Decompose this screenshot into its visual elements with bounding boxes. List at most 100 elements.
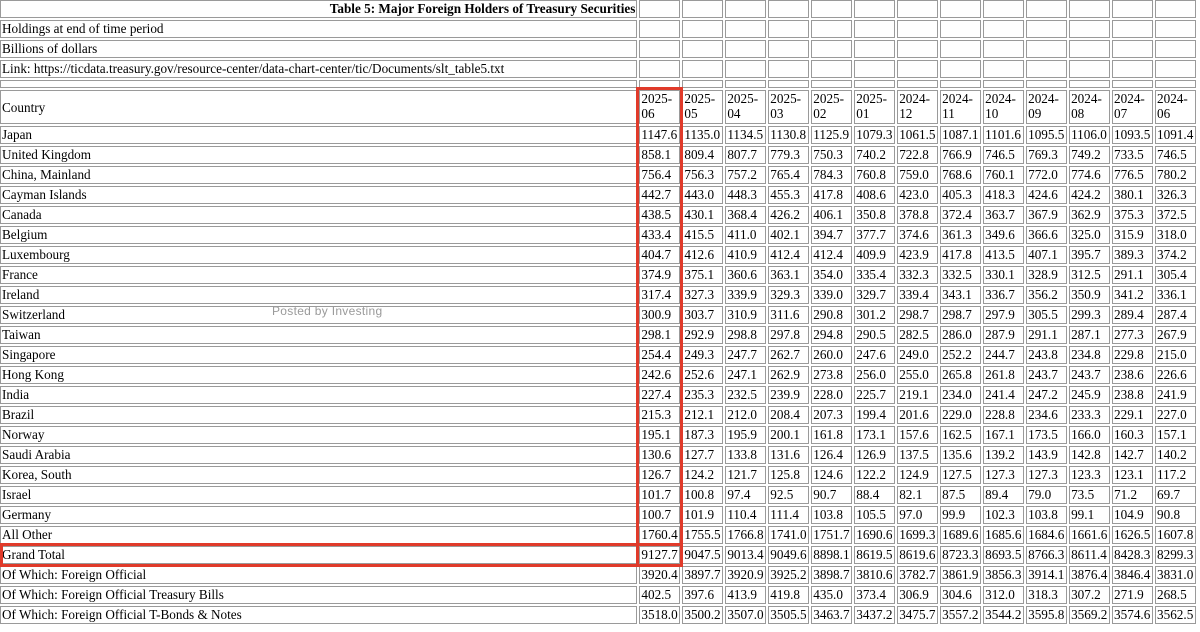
value-cell: 241.4 bbox=[983, 386, 1025, 404]
value-cell: 336.7 bbox=[983, 286, 1025, 304]
note-row: Billions of dollars bbox=[0, 40, 1196, 58]
value-cell: 769.3 bbox=[1026, 146, 1068, 164]
empty-cell bbox=[811, 80, 853, 88]
value-cell: 99.9 bbox=[940, 506, 982, 524]
value-cell: 3569.2 bbox=[1069, 606, 1111, 624]
value-cell: 1106.0 bbox=[1069, 126, 1111, 144]
value-cell: 242.6 bbox=[639, 366, 681, 384]
value-cell: 1690.6 bbox=[854, 526, 896, 544]
value-cell: 1135.0 bbox=[682, 126, 724, 144]
period-header-2024-10: 2024-10 bbox=[983, 90, 1025, 124]
value-cell: 260.0 bbox=[811, 346, 853, 364]
country-name: Norway bbox=[0, 426, 638, 444]
header-row: Country 2025-06 2025-05 2025-04 2025-03 2025-… bbox=[0, 90, 1196, 124]
empty-cell bbox=[768, 40, 810, 58]
value-cell: 229.8 bbox=[1112, 346, 1154, 364]
table-row: Saudi Arabia 130.6 127.7 133.8 131.6 126.4 126… bbox=[0, 446, 1196, 464]
table-row: Taiwan 298.1 292.9 298.8 297.8 294.8 290.5 282.… bbox=[0, 326, 1196, 344]
value-cell: 8428.3 bbox=[1112, 546, 1154, 564]
value-cell: 207.3 bbox=[811, 406, 853, 424]
value-cell: 438.5 bbox=[639, 206, 681, 224]
value-cell: 143.9 bbox=[1026, 446, 1068, 464]
value-cell: 1091.4 bbox=[1155, 126, 1196, 144]
value-cell: 234.8 bbox=[1069, 346, 1111, 364]
value-cell: 287.4 bbox=[1155, 306, 1196, 324]
value-cell: 273.8 bbox=[811, 366, 853, 384]
value-cell: 142.8 bbox=[1069, 446, 1111, 464]
value-cell: 291.1 bbox=[1026, 326, 1068, 344]
country-name: China, Mainland bbox=[0, 166, 638, 184]
value-cell: 173.1 bbox=[854, 426, 896, 444]
empty-cell bbox=[1155, 0, 1196, 18]
value-cell: 126.9 bbox=[854, 446, 896, 464]
value-cell: 298.7 bbox=[940, 306, 982, 324]
value-cell: 3518.0 bbox=[639, 606, 681, 624]
value-cell: 243.8 bbox=[1026, 346, 1068, 364]
table-row: Germany 100.7 101.9 110.4 111.4 103.8 105.5 97.… bbox=[0, 506, 1196, 524]
value-cell: 305.5 bbox=[1026, 306, 1068, 324]
empty-cell bbox=[897, 40, 939, 58]
value-cell: 299.3 bbox=[1069, 306, 1111, 324]
value-cell: 733.5 bbox=[1112, 146, 1154, 164]
value-cell: 3475.7 bbox=[897, 606, 939, 624]
value-cell: 3463.7 bbox=[811, 606, 853, 624]
value-cell: 268.5 bbox=[1155, 586, 1196, 604]
value-cell: 298.8 bbox=[725, 326, 767, 344]
value-cell: 126.7 bbox=[639, 466, 681, 484]
table-row: Of Which: Foreign Official 3920.4 3897.7 39… bbox=[0, 566, 1196, 584]
table-row: Belgium 433.4 415.5 411.0 402.1 394.7 377.7 374… bbox=[0, 226, 1196, 244]
value-cell: 768.6 bbox=[940, 166, 982, 184]
value-cell: 229.1 bbox=[1112, 406, 1154, 424]
value-cell: 354.0 bbox=[811, 266, 853, 284]
table-row: India 227.4 235.3 232.5 239.9 228.0 225.7 219.1… bbox=[0, 386, 1196, 404]
country-name: All Other bbox=[0, 526, 638, 544]
value-cell: 858.1 bbox=[639, 146, 681, 164]
value-cell: 127.5 bbox=[940, 466, 982, 484]
empty-cell bbox=[639, 0, 681, 18]
value-cell: 122.2 bbox=[854, 466, 896, 484]
value-cell: 227.4 bbox=[639, 386, 681, 404]
value-cell: 3861.9 bbox=[940, 566, 982, 584]
title-row: Table 5: Major Foreign Holders of Treasu… bbox=[0, 0, 1196, 18]
value-cell: 750.3 bbox=[811, 146, 853, 164]
value-cell: 1087.1 bbox=[940, 126, 982, 144]
value-cell: 784.3 bbox=[811, 166, 853, 184]
value-cell: 1130.8 bbox=[768, 126, 810, 144]
empty-cell bbox=[682, 0, 724, 18]
value-cell: 411.0 bbox=[725, 226, 767, 244]
value-cell: 133.8 bbox=[725, 446, 767, 464]
value-cell: 377.7 bbox=[854, 226, 896, 244]
value-cell: 130.6 bbox=[639, 446, 681, 464]
value-cell: 418.3 bbox=[983, 186, 1025, 204]
table-row: United Kingdom 858.1 809.4 807.7 779.3 750.3 7… bbox=[0, 146, 1196, 164]
note-text: Link: https://ticdata.treasury.gov/resou… bbox=[0, 60, 638, 78]
value-cell: 1095.5 bbox=[1026, 126, 1068, 144]
value-cell: 239.9 bbox=[768, 386, 810, 404]
value-cell: 368.4 bbox=[725, 206, 767, 224]
value-cell: 1741.0 bbox=[768, 526, 810, 544]
value-cell: 87.5 bbox=[940, 486, 982, 504]
empty-cell bbox=[725, 60, 767, 78]
period-header-2024-06: 2024-06 bbox=[1155, 90, 1196, 124]
empty-cell bbox=[682, 40, 724, 58]
empty-cell bbox=[940, 60, 982, 78]
empty-cell bbox=[725, 80, 767, 88]
period-header-2024-07: 2024-07 bbox=[1112, 90, 1154, 124]
country-name: France bbox=[0, 266, 638, 284]
value-cell: 3914.1 bbox=[1026, 566, 1068, 584]
value-cell: 779.3 bbox=[768, 146, 810, 164]
value-cell: 267.9 bbox=[1155, 326, 1196, 344]
empty-cell bbox=[1155, 20, 1196, 38]
value-cell: 160.3 bbox=[1112, 426, 1154, 444]
country-name: Germany bbox=[0, 506, 638, 524]
value-cell: 408.6 bbox=[854, 186, 896, 204]
value-cell: 372.4 bbox=[940, 206, 982, 224]
value-cell: 3595.8 bbox=[1026, 606, 1068, 624]
table-row: Of Which: Foreign Official Treasury Bill… bbox=[0, 586, 1196, 604]
empty-cell bbox=[1026, 80, 1068, 88]
value-cell: 208.4 bbox=[768, 406, 810, 424]
empty-cell bbox=[940, 40, 982, 58]
value-cell: 90.8 bbox=[1155, 506, 1196, 524]
value-cell: 455.3 bbox=[768, 186, 810, 204]
value-cell: 1684.6 bbox=[1026, 526, 1068, 544]
